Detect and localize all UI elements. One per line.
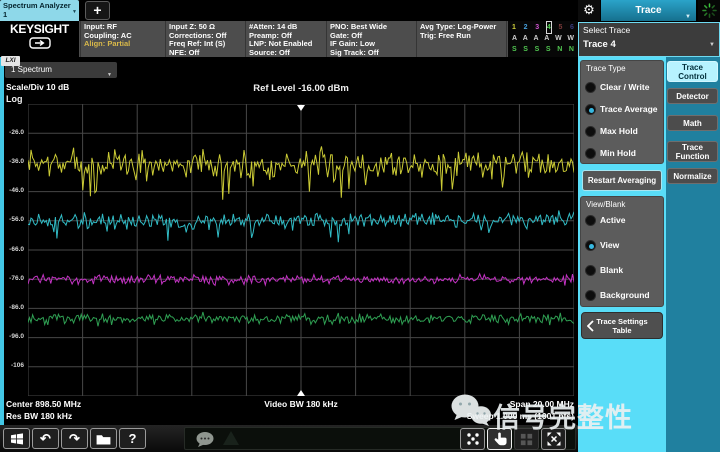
tab-detector[interactable]: Detector (667, 88, 718, 104)
y-tick-label: -86.0 (9, 304, 24, 311)
tab-math[interactable]: Math (667, 115, 718, 131)
annunciator-pno[interactable]: PNO: Best Wide Gate: Off IF Gain: Low Si… (330, 23, 387, 57)
message-bubble-icon[interactable] (195, 431, 217, 448)
window-focus-strip (0, 57, 4, 425)
radio-trace-average[interactable]: Trace Average (585, 102, 658, 116)
busy-spinner-icon (698, 0, 720, 21)
restart-averaging-button[interactable]: Restart Averaging (582, 170, 662, 191)
trace-register-panel[interactable]: 123456 AAAAWW SSSSNN (508, 21, 578, 57)
app-tab-spectrum-analyzer[interactable]: Spectrum Analyzer 1 Swept SA ▼ (0, 0, 79, 21)
center-frequency-marker-top (297, 105, 305, 111)
radio-icon (585, 215, 596, 226)
measurement-selector[interactable]: 1 Spectrum ▼ (5, 62, 117, 78)
spectrum-analyzer-app: Spectrum Analyzer 1 Swept SA ▼ + ⚙ Trace… (0, 0, 720, 452)
selected-trace-value: Trace 4 (583, 39, 616, 50)
divider (326, 21, 327, 57)
radio-background[interactable]: Background (585, 288, 650, 302)
spectrum-plot (28, 104, 574, 396)
folder-icon (96, 433, 111, 445)
radio-icon (585, 265, 596, 276)
menu-header-label: Trace (635, 5, 661, 16)
chevron-down-icon: ▼ (709, 42, 715, 48)
trace-menu-sidebar: Select Trace Trace 4 ▼ Trace Type Clear … (578, 22, 720, 452)
dots-grid-icon (465, 431, 481, 447)
remote-display-icon (29, 37, 51, 49)
watermark-text: 信号完整性 (493, 396, 633, 435)
view-blank-label: View/Blank (586, 200, 625, 209)
divider (245, 21, 246, 57)
annunciator-input[interactable]: Input: RF Coupling: AC Align: Partial (84, 23, 132, 49)
app-tab-title: Spectrum Analyzer 1 (3, 1, 76, 19)
divider (506, 21, 507, 57)
tab-trace-control[interactable]: Trace Control (667, 61, 718, 82)
y-tick-label: -96.0 (9, 333, 24, 340)
trace-type-label: Trace Type (586, 64, 626, 73)
select-trace-label: Select Trace (583, 25, 630, 35)
y-tick-label: -36.0 (9, 158, 24, 165)
trace-register-numbers: 123456 (512, 22, 574, 33)
radio-max-hold[interactable]: Max Hold (585, 124, 638, 138)
redo-icon[interactable]: ↷ (61, 428, 88, 449)
y-tick-label: -56.0 (9, 216, 24, 223)
radio-view[interactable]: View (585, 238, 619, 252)
radio-icon (585, 82, 596, 93)
ref-level-label[interactable]: Ref Level -16.00 dBm (28, 83, 574, 94)
annunciator-input-z[interactable]: Input Z: 50 Ω Corrections: Off Freq Ref:… (169, 23, 227, 57)
windows-start-button[interactable] (3, 428, 30, 449)
divider (165, 21, 166, 57)
keysight-logo: KEYSIGHT (0, 21, 79, 57)
y-tick-label: -66.0 (9, 246, 24, 253)
trace-settings-table-button[interactable]: Trace Settings Table (581, 312, 663, 339)
trace-type-panel: Trace Type Clear / Write Trace Average M… (580, 60, 664, 164)
tab-normalize[interactable]: Normalize (667, 168, 718, 184)
help-button[interactable]: ? (119, 428, 146, 449)
radio-icon (585, 290, 596, 301)
wechat-watermark-icon (450, 392, 492, 433)
chevron-down-icon: ▼ (72, 8, 77, 17)
center-frequency-marker-bottom (297, 390, 305, 396)
windows-logo-icon (10, 433, 24, 445)
menu-header-trace[interactable]: Trace ▼ (601, 0, 696, 21)
add-tab-button[interactable]: + (85, 1, 110, 20)
radio-selected-icon (585, 240, 596, 251)
y-tick-label: -46.0 (9, 187, 24, 194)
brand-text: KEYSIGHT (0, 22, 79, 36)
annunciator-atten[interactable]: #Atten: 14 dB Preamp: Off LNP: Not Enabl… (249, 23, 312, 57)
view-blank-panel: View/Blank Active View Blank Background (580, 196, 664, 307)
tab-trace-function[interactable]: Trace Function (667, 141, 718, 162)
radio-icon (585, 148, 596, 159)
radio-blank[interactable]: Blank (585, 263, 623, 277)
spectrum-graticule (28, 104, 574, 396)
alert-ghost-icon (223, 431, 239, 445)
undo-icon[interactable]: ↶ (32, 428, 59, 449)
trace-register-types: AAAAWW (512, 33, 574, 44)
lxi-badge: LXI (1, 56, 20, 66)
y-tick-label: -26.0 (9, 129, 24, 136)
select-trace-dropdown[interactable]: Select Trace Trace 4 ▼ (578, 22, 720, 57)
gear-icon[interactable]: ⚙ (578, 0, 600, 21)
radio-icon (585, 126, 596, 137)
folder-button[interactable] (90, 428, 117, 449)
trace-register-detectors: SSSSNN (512, 44, 574, 55)
chevron-left-icon (587, 320, 594, 332)
divider (416, 21, 417, 57)
radio-clear-write[interactable]: Clear / Write (585, 80, 649, 94)
radio-min-hold[interactable]: Min Hold (585, 146, 636, 160)
log-scale-label: Log (6, 94, 23, 104)
y-tick-label: -76.0 (9, 275, 24, 282)
y-tick-label: -106 (11, 362, 24, 369)
radio-active[interactable]: Active (585, 213, 626, 227)
chevron-down-icon: ▼ (107, 67, 112, 83)
divider (80, 21, 81, 57)
annunciator-avg-trig[interactable]: Avg Type: Log-Power Trig: Free Run (420, 23, 496, 40)
radio-selected-icon (585, 104, 596, 115)
